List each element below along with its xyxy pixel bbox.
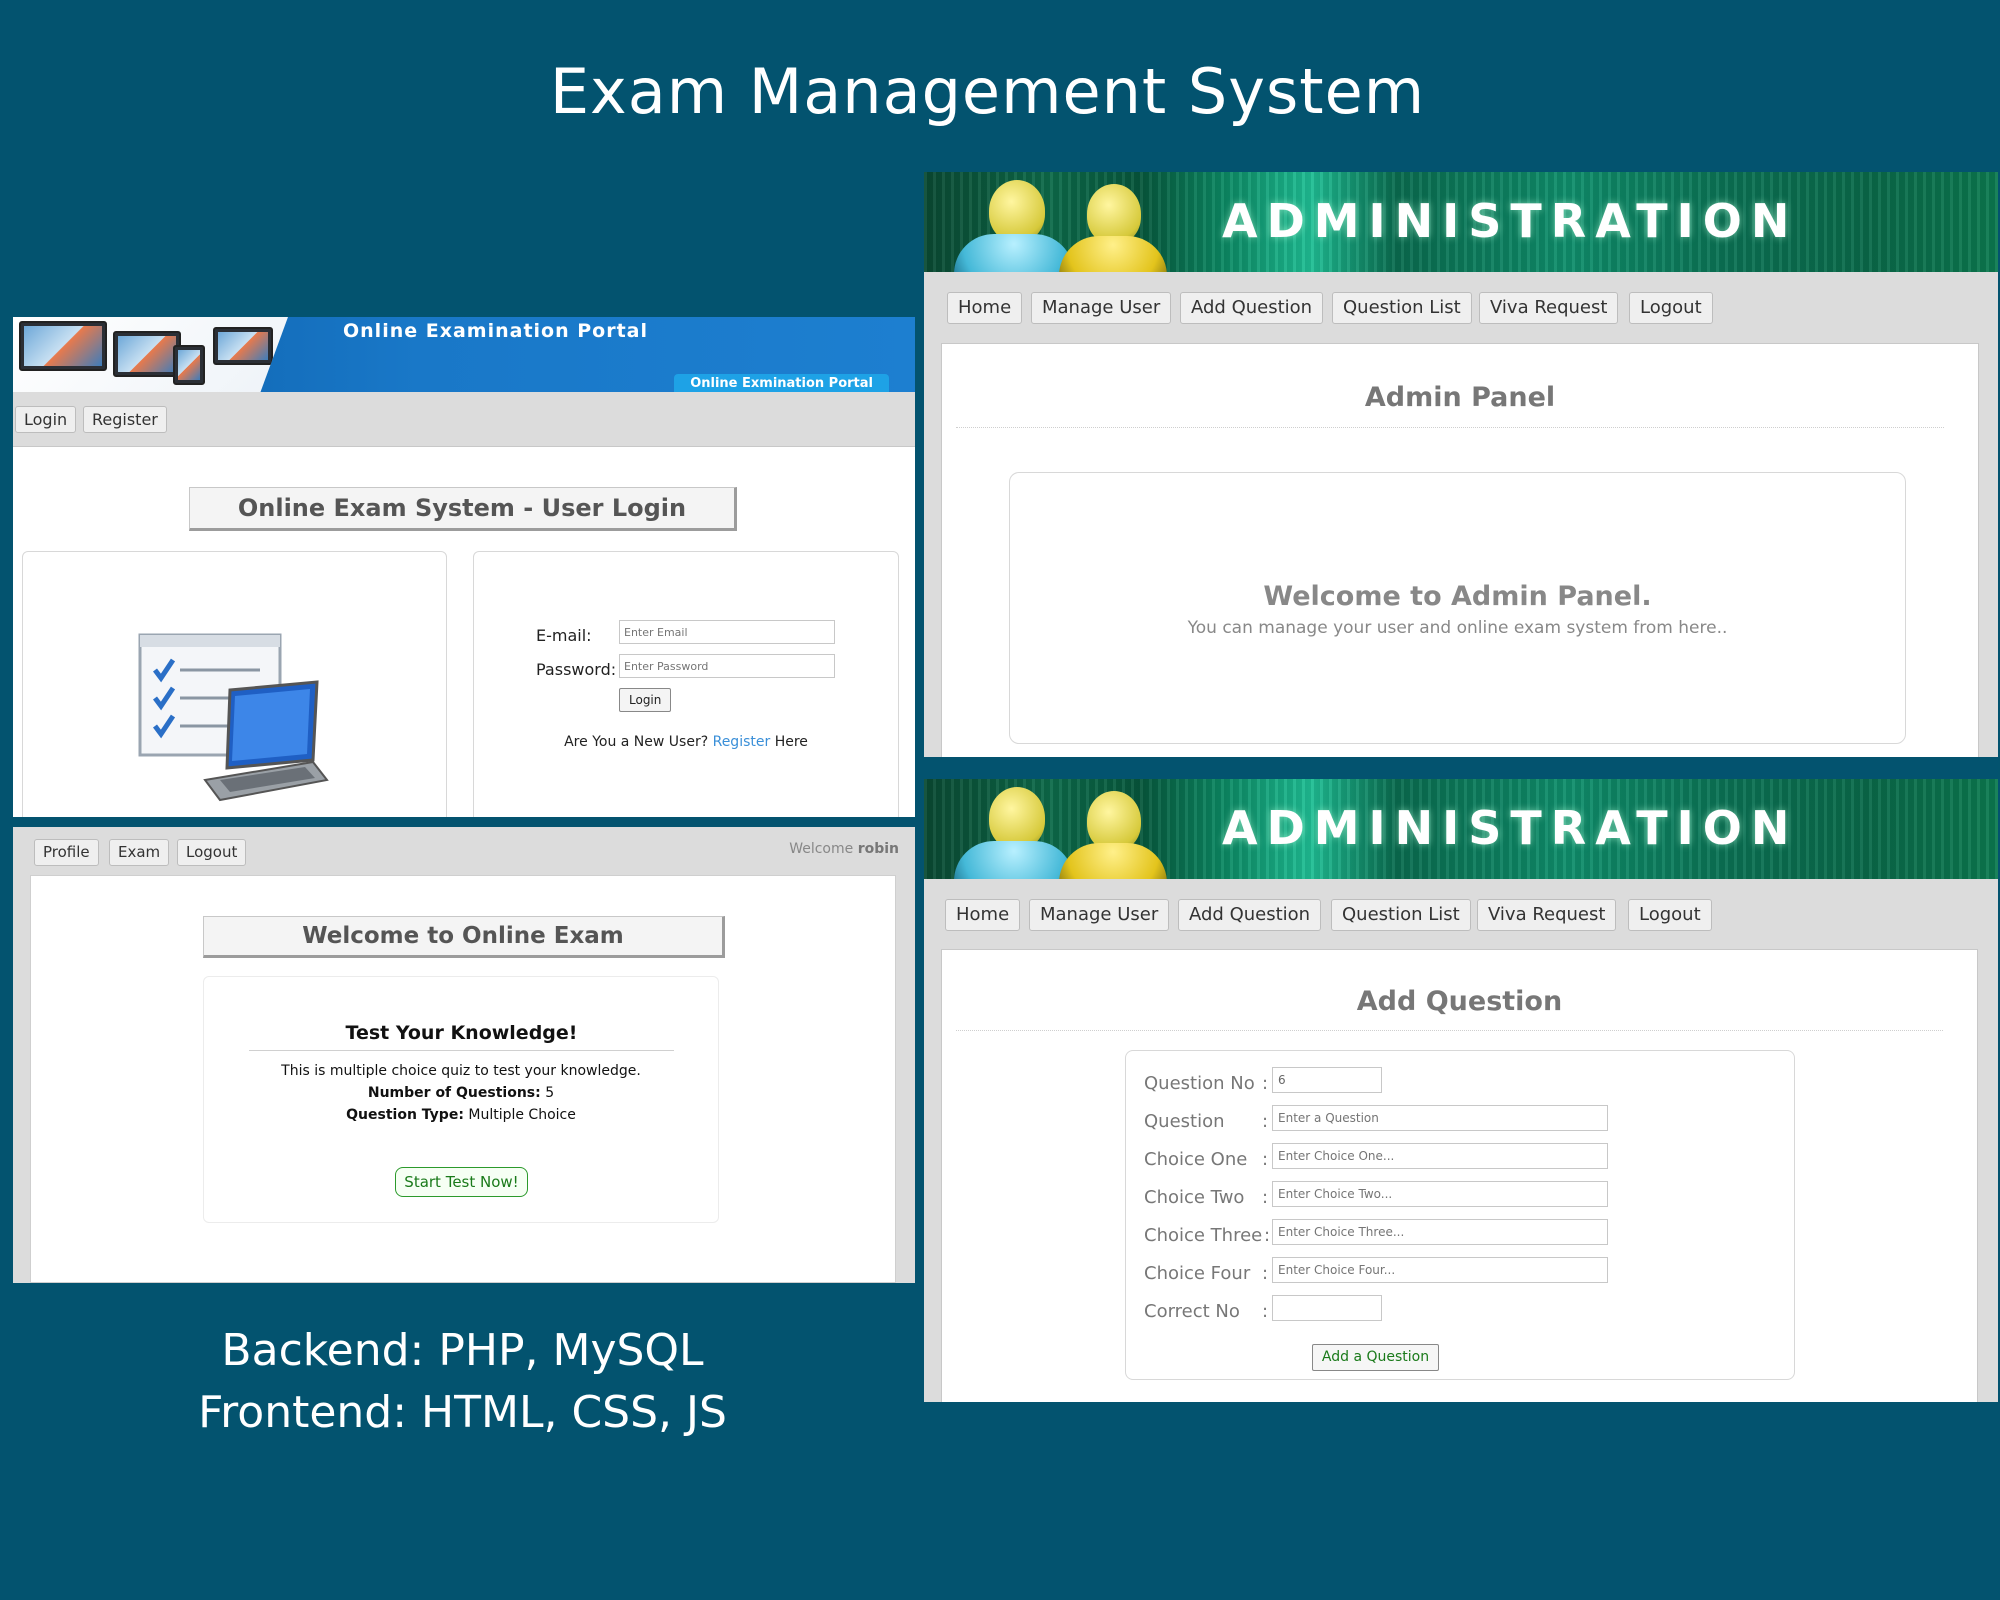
email-input[interactable] bbox=[619, 620, 835, 644]
nav-manage-user-button[interactable]: Manage User bbox=[1029, 899, 1170, 931]
number-of-questions: Number of Questions: 5 bbox=[204, 1085, 718, 1101]
nav-logout-button[interactable]: Logout bbox=[1629, 292, 1713, 324]
exam-heading: Welcome to Online Exam bbox=[203, 916, 725, 958]
admin-panel-screenshot: ADMINISTRATION Home Manage User Add Ques… bbox=[924, 172, 1998, 757]
start-test-button[interactable]: Start Test Now! bbox=[395, 1167, 528, 1197]
correct-no-label: Correct No bbox=[1144, 1301, 1240, 1322]
login-heading: Online Exam System - User Login bbox=[189, 487, 737, 531]
num-questions-value: 5 bbox=[545, 1085, 555, 1101]
nav-logout-button[interactable]: Logout bbox=[1628, 899, 1712, 931]
title-divider bbox=[956, 427, 1944, 428]
add-question-button[interactable]: Add a Question bbox=[1312, 1344, 1439, 1371]
nav-viva-request-button[interactable]: Viva Request bbox=[1477, 899, 1617, 931]
quiz-description: This is multiple choice quiz to test you… bbox=[281, 1063, 641, 1079]
choice-two-input[interactable] bbox=[1272, 1181, 1608, 1207]
question-type-value: Multiple Choice bbox=[468, 1107, 576, 1123]
question-type-label: Question Type: bbox=[346, 1107, 464, 1123]
add-question-panel-screenshot: ADMINISTRATION Home Manage User Add Ques… bbox=[924, 779, 1998, 1402]
banner-title: Online Examination Portal bbox=[343, 320, 648, 342]
welcome-prefix: Welcome bbox=[789, 841, 854, 857]
admin-panel-title: Admin Panel bbox=[1364, 382, 1556, 413]
password-input[interactable] bbox=[619, 654, 835, 678]
nav-viva-request-button[interactable]: Viva Request bbox=[1479, 292, 1619, 324]
register-link[interactable]: Register bbox=[713, 734, 771, 750]
banner-subtitle: Online Exmination Portal bbox=[674, 374, 889, 392]
password-label: Password: bbox=[536, 660, 617, 679]
backend-text: Backend: PHP, MySQL bbox=[221, 1325, 704, 1376]
nav-home-button[interactable]: Home bbox=[947, 292, 1023, 324]
choice-one-label: Choice One bbox=[1144, 1149, 1248, 1170]
nav-exam-button[interactable]: Exam bbox=[109, 839, 170, 866]
colon: : bbox=[1262, 1111, 1269, 1132]
question-no-label: Question No bbox=[1144, 1073, 1255, 1094]
question-type: Question Type: Multiple Choice bbox=[204, 1107, 718, 1123]
colon: : bbox=[1262, 1263, 1269, 1284]
register-suffix: Here bbox=[774, 734, 808, 750]
question-no-input[interactable] bbox=[1272, 1067, 1382, 1093]
choice-three-label: Choice Three bbox=[1144, 1225, 1263, 1246]
question-label: Question bbox=[1144, 1111, 1225, 1132]
nav-question-list-button[interactable]: Question List bbox=[1331, 899, 1471, 931]
title-divider bbox=[956, 1030, 1943, 1031]
page-title: Exam Management System bbox=[549, 55, 1426, 128]
administration-banner: ADMINISTRATION bbox=[924, 779, 1998, 879]
choice-one-input[interactable] bbox=[1272, 1143, 1608, 1169]
choice-four-label: Choice Four bbox=[1144, 1263, 1251, 1284]
admin-welcome-box: Welcome to Admin Panel. You can manage y… bbox=[1009, 472, 1906, 744]
quiz-title: Test Your Knowledge! bbox=[249, 1022, 674, 1051]
portal-banner: Online Examination Portal Online Exminat… bbox=[13, 317, 915, 392]
email-label: E-mail: bbox=[536, 626, 592, 645]
exam-content: Welcome to Online Exam Test Your Knowled… bbox=[30, 875, 896, 1283]
nav-register-button[interactable]: Register bbox=[83, 406, 167, 433]
choice-three-input[interactable] bbox=[1272, 1219, 1608, 1245]
admin-welcome-text: You can manage your user and online exam… bbox=[1187, 618, 1728, 638]
colon: : bbox=[1262, 1301, 1269, 1322]
choice-two-label: Choice Two bbox=[1144, 1187, 1245, 1208]
colon: : bbox=[1264, 1225, 1271, 1246]
checklist-laptop-icon bbox=[138, 633, 329, 802]
nav-logout-button[interactable]: Logout bbox=[177, 839, 247, 866]
register-prefix: Are You a New User? bbox=[564, 734, 709, 750]
quiz-info-box: Test Your Knowledge! This is multiple ch… bbox=[203, 976, 719, 1223]
login-navbar: Login Register bbox=[13, 392, 915, 447]
num-questions-label: Number of Questions: bbox=[367, 1085, 541, 1101]
admin-content: Admin Panel Welcome to Admin Panel. You … bbox=[941, 343, 1979, 757]
nav-add-question-button[interactable]: Add Question bbox=[1180, 292, 1324, 324]
exam-panel-screenshot: Profile Exam Logout Welcome robin Welcom… bbox=[13, 827, 915, 1283]
login-panel-screenshot: Online Examination Portal Online Exminat… bbox=[13, 317, 915, 817]
tech-stack: Backend: PHP, MySQL Frontend: HTML, CSS,… bbox=[90, 1320, 835, 1444]
nav-login-button[interactable]: Login bbox=[15, 406, 77, 433]
add-question-content: Add Question Question No : Question : Ch… bbox=[941, 949, 1978, 1402]
choice-four-input[interactable] bbox=[1272, 1257, 1608, 1283]
question-input[interactable] bbox=[1272, 1105, 1608, 1131]
username: robin bbox=[857, 841, 899, 857]
colon: : bbox=[1262, 1187, 1269, 1208]
login-illustration-box bbox=[22, 551, 447, 817]
admin-welcome-title: Welcome to Admin Panel. bbox=[1263, 581, 1652, 612]
register-prompt: Are You a New User? Register Here bbox=[474, 734, 898, 750]
add-question-form: Question No : Question : Choice One : Ch… bbox=[1125, 1050, 1795, 1380]
devices-image bbox=[13, 317, 288, 392]
nav-add-question-button[interactable]: Add Question bbox=[1178, 899, 1322, 931]
frontend-text: Frontend: HTML, CSS, JS bbox=[198, 1387, 727, 1438]
login-button[interactable]: Login bbox=[619, 688, 672, 712]
admin-navbar: Home Manage User Add Question Question L… bbox=[924, 272, 1998, 344]
administration-banner: ADMINISTRATION bbox=[924, 172, 1998, 272]
admin-navbar: Home Manage User Add Question Question L… bbox=[924, 879, 1998, 951]
nav-profile-button[interactable]: Profile bbox=[34, 839, 99, 866]
add-question-title: Add Question bbox=[1356, 986, 1563, 1017]
correct-no-input[interactable] bbox=[1272, 1295, 1382, 1321]
nav-question-list-button[interactable]: Question List bbox=[1332, 292, 1472, 324]
colon: : bbox=[1262, 1149, 1269, 1170]
welcome-user-text: Welcome robin bbox=[789, 841, 899, 857]
login-form-box: E-mail: Password: Login Are You a New Us… bbox=[473, 551, 899, 817]
exam-navbar: Profile Exam Logout Welcome robin bbox=[13, 827, 915, 875]
colon: : bbox=[1262, 1073, 1269, 1094]
administration-text: ADMINISTRATION bbox=[1222, 801, 1799, 855]
administration-text: ADMINISTRATION bbox=[1222, 194, 1799, 248]
nav-home-button[interactable]: Home bbox=[945, 899, 1021, 931]
nav-manage-user-button[interactable]: Manage User bbox=[1031, 292, 1172, 324]
